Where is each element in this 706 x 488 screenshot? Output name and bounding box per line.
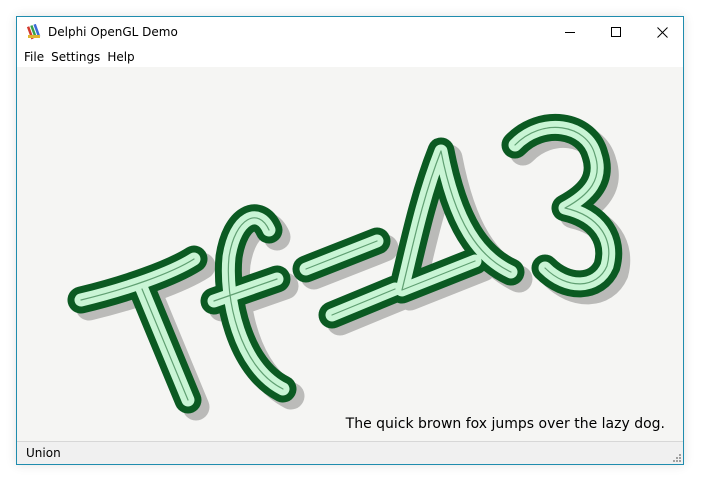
opengl-viewport <box>17 67 683 441</box>
menu-file[interactable]: File <box>17 48 50 66</box>
window-title: Delphi OpenGL Demo <box>48 25 178 39</box>
pangram-text: The quick brown fox jumps over the lazy … <box>345 416 665 432</box>
menu-help[interactable]: Help <box>106 48 140 66</box>
close-icon <box>656 26 668 38</box>
title-bar[interactable]: Delphi OpenGL Demo <box>17 17 683 47</box>
minimize-button[interactable] <box>547 17 593 47</box>
opengl-canvas[interactable]: The quick brown fox jumps over the lazy … <box>17 67 683 441</box>
delphi-app-icon <box>26 24 41 40</box>
menu-settings[interactable]: Settings <box>50 48 106 66</box>
glyph-outline <box>81 127 609 400</box>
minimize-icon <box>565 32 575 33</box>
resize-grip-icon[interactable] <box>670 451 682 463</box>
maximize-icon <box>611 27 621 37</box>
app-window: Delphi OpenGL Demo File Settings Help Th… <box>16 16 684 465</box>
status-text: Union <box>26 446 61 460</box>
maximize-button[interactable] <box>593 17 639 47</box>
close-button[interactable] <box>639 17 683 47</box>
status-bar: Union <box>17 441 683 464</box>
menu-bar: File Settings Help <box>17 47 683 67</box>
